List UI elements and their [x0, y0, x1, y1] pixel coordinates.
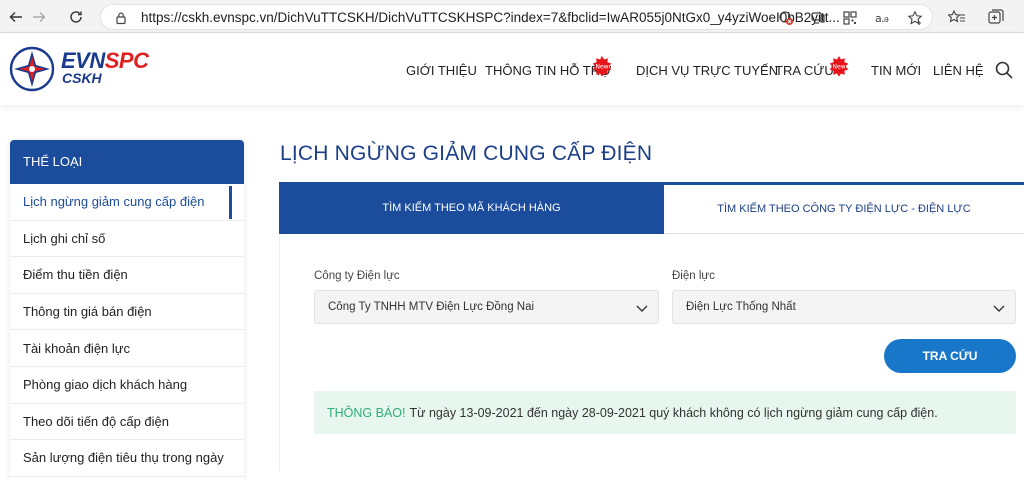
- logo-subtitle: CSKH: [62, 70, 102, 86]
- lock-icon[interactable]: [112, 9, 130, 27]
- sidebar-item-diem-thu-tien[interactable]: Điểm thu tiền điện: [10, 257, 244, 294]
- sidebar-title: THỂ LOẠI: [10, 140, 244, 184]
- svg-text:ꭿ: ꭿ: [882, 12, 889, 25]
- sidebar-item-san-luong[interactable]: Sản lượng điện tiêu thụ trong ngày: [10, 440, 244, 477]
- sidebar-item-lich-ghi-chi-so[interactable]: Lịch ghi chỉ số: [10, 221, 244, 258]
- branch-select[interactable]: Điện Lực Thống Nhất: [672, 290, 1016, 324]
- new-badge-text: New: [832, 64, 845, 71]
- new-badge-text: New: [595, 64, 608, 71]
- branch-label: Điện lực: [672, 270, 715, 282]
- search-icon[interactable]: [994, 60, 1014, 80]
- search-button[interactable]: TRA CỨU: [884, 339, 1016, 373]
- reload-button[interactable]: [64, 5, 88, 29]
- back-arrow-icon: [9, 12, 22, 22]
- svg-text:a: a: [875, 12, 882, 25]
- sidebar-item-tien-do-cap-dien[interactable]: Theo dõi tiến độ cấp điện: [10, 404, 244, 441]
- forward-arrow-icon: [33, 12, 46, 22]
- search-tabs: TÌM KIẾM THEO MÃ KHÁCH HÀNG TÌM KIẾM THE…: [279, 182, 1024, 234]
- new-badge-icon: New: [829, 56, 849, 76]
- tracking-blocked-icon[interactable]: [777, 9, 795, 27]
- menu-item-tin-moi[interactable]: TIN MỚI: [871, 63, 921, 78]
- menu-item-gioi-thieu[interactable]: GIỚI THIỆU: [406, 63, 477, 78]
- menu-item-lien-he[interactable]: LIÊN HỆ: [933, 63, 984, 78]
- browser-toolbar: https://cskh.evnspc.vn/DichVuTTCSKH/Dich…: [0, 0, 1024, 33]
- menu-item-dich-vu-truc-tuyen[interactable]: DỊCH VỤ TRỰC TUYẾN: [636, 63, 778, 78]
- evn-logo-icon[interactable]: [9, 46, 55, 92]
- address-bar[interactable]: https://cskh.evnspc.vn/DichVuTTCSKH/Dich…: [100, 4, 933, 30]
- site-header: EVNSPC CSKH GIỚI THIỆU THÔNG TIN HỖ TRỢ …: [0, 33, 1024, 105]
- category-sidebar: THỂ LOẠI Lịch ngừng giảm cung cấp điện L…: [10, 140, 244, 480]
- app-available-icon[interactable]: [809, 9, 827, 27]
- collections-icon[interactable]: [985, 6, 1007, 28]
- favorites-icon[interactable]: [946, 6, 968, 28]
- tab-search-by-company[interactable]: TÌM KIẾM THEO CÔNG TY ĐIỆN LỰC - ĐIỆN LỰ…: [664, 182, 1024, 234]
- sidebar-item-tai-khoan[interactable]: Tài khoản điện lực: [10, 330, 244, 367]
- back-button[interactable]: [4, 5, 28, 29]
- notice-box: THÔNG BÁO! Từ ngày 13-09-2021 đến ngày 2…: [314, 391, 1016, 434]
- tab-search-by-customer-code[interactable]: TÌM KIẾM THEO MÃ KHÁCH HÀNG: [279, 182, 664, 234]
- url-text[interactable]: https://cskh.evnspc.vn/DichVuTTCSKH/Dich…: [141, 10, 840, 25]
- qr-code-icon[interactable]: [841, 9, 859, 27]
- read-aloud-icon[interactable]: aꭿ: [874, 9, 892, 27]
- branch-select-value: Điện Lực Thống Nhất: [686, 301, 796, 313]
- new-badge-icon: New: [592, 56, 612, 76]
- chevron-down-icon: [636, 305, 648, 312]
- reload-icon: [70, 11, 82, 23]
- menu-item-tra-cuu[interactable]: TRA CỨU: [775, 63, 834, 78]
- company-label: Công ty Điện lực: [314, 270, 400, 282]
- notice-text: Từ ngày 13-09-2021 đến ngày 28-09-2021 q…: [409, 405, 938, 420]
- chevron-down-icon: [993, 305, 1005, 312]
- sidebar-item-lich-ngung-giam[interactable]: Lịch ngừng giảm cung cấp điện: [10, 184, 244, 221]
- company-select[interactable]: Công Ty TNHH MTV Điện Lực Đồng Nai: [314, 290, 659, 324]
- notice-lead: THÔNG BÁO!: [327, 405, 406, 420]
- company-select-value: Công Ty TNHH MTV Điện Lực Đồng Nai: [328, 301, 535, 313]
- sidebar-item-phong-giao-dich[interactable]: Phòng giao dịch khách hàng: [10, 367, 244, 404]
- sidebar-item-gia-ban-dien[interactable]: Thông tin giá bán điện: [10, 294, 244, 331]
- favorite-star-icon[interactable]: [906, 9, 924, 27]
- page-title: LỊCH NGỪNG GIẢM CUNG CẤP ĐIỆN: [280, 142, 653, 165]
- forward-button[interactable]: [27, 5, 51, 29]
- logo-spc-text: SPC: [104, 48, 149, 73]
